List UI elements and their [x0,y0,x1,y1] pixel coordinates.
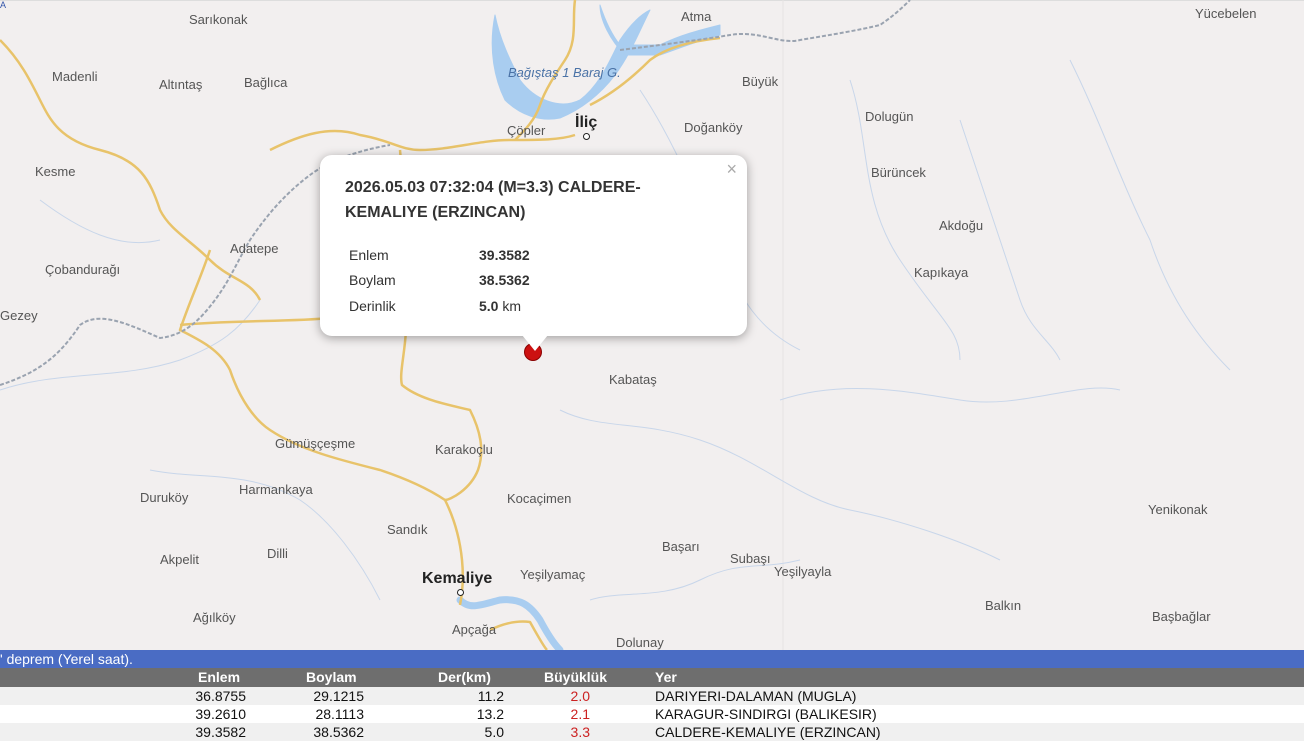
table-header: Enlem Boylam Der(km) Büyüklük Yer [0,668,1304,687]
detail-value: 5.0 [479,297,499,314]
cell-magnitude: 2.0 [570,688,590,704]
popup-details: Enlem 39.3582 Boylam 38.5362 Derinlik 5.… [345,242,530,319]
place-label: Duruköy [140,490,189,505]
cell-boylam: 38.5362 [313,724,364,740]
place-label: Yenikonak [1148,502,1208,517]
place-label: Kapıkaya [914,265,969,280]
detail-label: Derinlik [349,297,396,314]
detail-unit: km [502,297,522,314]
place-label: Yücebelen [1195,6,1257,21]
town-dot [457,589,464,596]
place-label: Madenli [52,69,98,84]
cell-depth: 13.2 [476,706,504,722]
place-label: Gümüşçeşme [275,436,356,451]
place-label: Kabataş [609,372,657,387]
place-label: Subaşı [730,551,771,566]
place-label: Akpelit [160,552,200,567]
detail-label: Boylam [349,272,396,289]
place-label: Akdoğu [939,218,984,233]
place-label: Harmankaya [239,482,313,497]
place-label: Başarı [662,539,700,554]
header-depth[interactable]: Der(km) [438,668,491,686]
place-label: Apçağa [452,622,497,637]
place-label: Kesme [35,164,76,179]
place-label: Adatepe [230,241,279,256]
place-label: Balkın [985,598,1022,613]
cell-depth: 11.2 [477,688,504,704]
place-label: Çobandurağı [45,262,121,277]
table-row[interactable]: 39.3582 38.5362 5.0 3.3 CALDERE-KEMALIYE… [0,723,1304,741]
place-label: Dilli [267,546,288,561]
place-label: Dolugün [865,109,914,124]
place-label: Büyük [742,74,779,89]
detail-label: Enlem [349,246,389,263]
place-label: Ağılköy [193,610,236,625]
town-dot [583,133,590,140]
place-label: Atma [681,9,712,24]
place-label: Çöpler [507,123,546,138]
cell-magnitude: 2.1 [570,706,590,722]
cell-location: DARIYERI-DALAMAN (MUGLA) [655,688,857,704]
header-enlem[interactable]: Enlem [198,668,240,686]
place-label: Yeşilyayla [774,564,832,579]
cell-boylam: 28.1113 [315,706,364,722]
cell-enlem: 39.2610 [195,706,246,722]
detail-row: Enlem 39.3582 [345,242,530,268]
map-attribution[interactable]: A [0,0,6,10]
list-caption-bar: ' deprem (Yerel saat). [0,650,1304,668]
cell-enlem: 36.8755 [195,688,246,704]
place-label: Bağlıca [244,75,288,90]
close-icon[interactable]: × [726,159,737,180]
reservoir-label: Bağıştaş 1 Baraj G. [508,65,621,80]
place-label: Altıntaş [159,77,203,92]
place-label: Bürüncek [871,165,926,180]
cell-location: KARAGUR-SINDIRGI (BALIKESIR) [655,706,877,722]
town-label-kemaliye: Kemaliye [422,570,493,587]
cell-boylam: 29.1215 [313,688,364,704]
place-label: Kocaçimen [507,491,572,506]
place-label: Başbağlar [1152,609,1211,624]
table-row[interactable]: 39.2610 28.1113 13.2 2.1 KARAGUR-SINDIRG… [0,705,1304,723]
cell-magnitude: 3.3 [570,724,590,740]
place-label: Doğanköy [684,120,743,135]
place-label: Dolunay [616,635,664,650]
map-view[interactable]: A Sarıkonak Madenli Altıntaş Bağlıca Kes… [0,0,1304,650]
header-location[interactable]: Yer [655,668,677,686]
place-label: Yeşilyamaç [520,567,586,582]
detail-row: Boylam 38.5362 [345,268,530,294]
popup-tip [522,335,548,351]
cell-enlem: 39.3582 [195,724,246,740]
town-label-ilic: İliç [575,114,598,131]
cell-location: CALDERE-KEMALIYE (ERZINCAN) [655,724,881,740]
place-label: Sandık [387,522,428,537]
place-label: Gezey [0,308,38,323]
detail-row: Derinlik 5.0 km [345,293,530,319]
detail-value: 39.3582 [479,246,530,263]
earthquake-popup: × 2026.05.03 07:32:04 (M=3.3) CALDERE-KE… [320,155,747,351]
table-row[interactable]: 36.8755 29.1215 11.2 2.0 DARIYERI-DALAMA… [0,687,1304,705]
place-label: Karakoçlu [435,442,493,457]
cell-depth: 5.0 [484,724,504,740]
popup-title: 2026.05.03 07:32:04 (M=3.3) CALDERE-KEMA… [345,179,641,221]
detail-value: 38.5362 [479,272,530,289]
place-label: Sarıkonak [189,12,248,27]
list-caption: ' deprem (Yerel saat). [0,651,133,667]
header-magnitude[interactable]: Büyüklük [544,668,607,686]
header-boylam[interactable]: Boylam [306,668,357,686]
